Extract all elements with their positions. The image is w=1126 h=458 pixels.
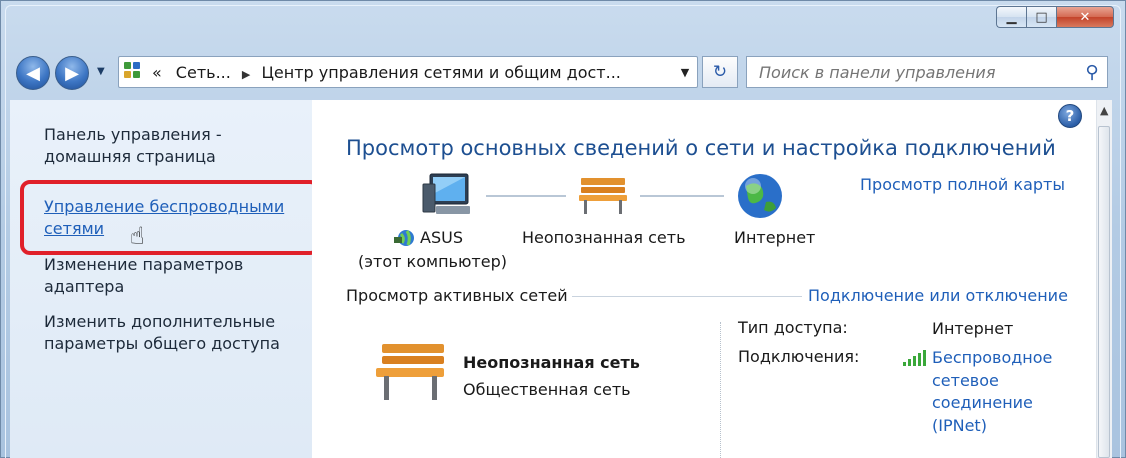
computer-name: ASUS	[420, 228, 463, 247]
wireless-signal-icon	[903, 350, 927, 366]
scroll-up-icon[interactable]: ▲	[1100, 104, 1108, 117]
computer-subtitle: (этот компьютер)	[358, 252, 507, 271]
sidebar-item-home[interactable]: Панель управления - домашняя страница	[44, 124, 222, 168]
address-dropdown-icon[interactable]: ▼	[673, 66, 697, 79]
breadcrumb-separator-icon[interactable]: ▶	[242, 68, 250, 81]
active-network-name: Неопознанная сеть	[463, 353, 640, 372]
access-type-value: Интернет	[932, 319, 1014, 338]
breadcrumb: Сеть... ▶ Центр управления сетями и общи…	[168, 63, 673, 82]
back-button[interactable]: ◀	[16, 56, 50, 90]
caption-buttons: ▁ □ ✕	[996, 6, 1114, 28]
help-icon[interactable]: ?	[1058, 104, 1082, 128]
connection-link-line: сетевое	[932, 370, 999, 390]
forward-button[interactable]: ▶	[55, 56, 89, 90]
breadcrumb-network-center[interactable]: Центр управления сетями и общим дост...	[261, 63, 620, 82]
active-networks-heading: Просмотр активных сетей	[346, 286, 568, 305]
search-icon[interactable]: ⚲	[1077, 62, 1107, 83]
network-globe-icon	[394, 230, 414, 246]
sidebar-item-label: Панель управления -	[44, 125, 222, 144]
highlight-annotation	[20, 180, 320, 255]
close-button[interactable]: ✕	[1056, 6, 1114, 28]
sidebar-item-label: домашняя страница	[44, 147, 216, 166]
sidebar-item-adapter[interactable]: Изменение параметров адаптера	[44, 254, 243, 298]
connect-disconnect-link[interactable]: Подключение или отключение	[808, 286, 1068, 305]
search-box: ⚲	[746, 56, 1108, 88]
maximize-button[interactable]: □	[1026, 6, 1056, 28]
sidebar-item-label: Изменение параметров	[44, 255, 244, 274]
wireless-connection-link[interactable]: Беспроводное сетевое соединение (IPNet)	[932, 347, 1052, 437]
full-map-link[interactable]: Просмотр полной карты	[860, 175, 1065, 194]
minimize-button[interactable]: ▁	[996, 6, 1026, 28]
active-network-bench-icon	[376, 344, 444, 400]
internet-label: Интернет	[734, 228, 816, 247]
access-type-label: Тип доступа:	[738, 318, 848, 337]
forward-arrow-icon: ▶	[65, 62, 79, 84]
sidebar-item-label: параметры общего доступа	[44, 334, 280, 353]
connection-link-line: Беспроводное	[932, 348, 1053, 367]
hand-cursor-icon: ☝	[130, 222, 145, 250]
page-title: Просмотр основных сведений о сети и наст…	[346, 136, 1056, 160]
search-input[interactable]	[759, 62, 1077, 82]
connection-link-line: (IPNet)	[932, 415, 987, 435]
refresh-icon: ↻	[712, 62, 728, 82]
unknown-network-label: Неопознанная сеть	[522, 228, 686, 247]
control-panel-icon	[122, 60, 148, 84]
sidebar-item-label: Изменить дополнительные	[44, 312, 276, 331]
breadcrumb-overflow[interactable]: «	[152, 63, 162, 82]
recent-pages-dropdown[interactable]: ▼	[97, 66, 105, 77]
connections-label: Подключения:	[738, 347, 860, 366]
bench-icon	[579, 178, 627, 214]
breadcrumb-network[interactable]: Сеть...	[176, 63, 231, 82]
refresh-button[interactable]: ↻	[702, 56, 738, 88]
sidebar-item-sharing[interactable]: Изменить дополнительные параметры общего…	[44, 311, 280, 355]
connection-link-line: соединение	[932, 393, 1033, 412]
sidebar-item-label: адаптера	[44, 277, 125, 296]
connection-line	[486, 195, 566, 197]
back-arrow-icon: ◀	[26, 62, 40, 84]
address-bar[interactable]: « Сеть... ▶ Центр управления сетями и об…	[118, 56, 698, 88]
computer-icon	[422, 173, 470, 214]
properties-divider	[720, 322, 721, 458]
scrollbar-thumb[interactable]	[1098, 126, 1110, 458]
active-network-type-link[interactable]: Общественная сеть	[463, 380, 631, 399]
internet-globe-icon	[738, 174, 782, 218]
section-divider	[572, 296, 802, 297]
connection-line	[640, 195, 724, 197]
